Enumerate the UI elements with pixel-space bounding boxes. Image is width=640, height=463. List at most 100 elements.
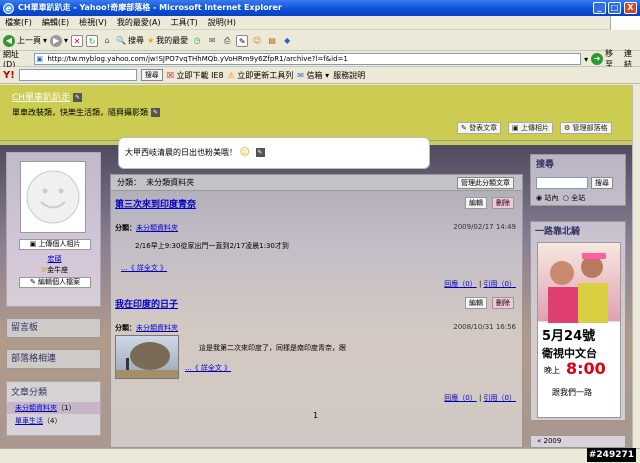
yahoo-logo[interactable]: Y!	[3, 70, 15, 81]
radio-all[interactable]: ○ 全站	[563, 194, 585, 202]
mail-link[interactable]: ✉ 信箱 ▾	[297, 70, 329, 81]
close-button[interactable]: X	[624, 2, 637, 14]
edit-button[interactable]: 編輯	[465, 197, 487, 209]
edit-icon[interactable]: ✎	[151, 108, 160, 117]
window-title: CH單車趴趴走 - Yahoo!奇摩部落格 - Microsoft Intern…	[18, 3, 282, 12]
read-more-link[interactable]: ...《 詳全文 》	[185, 363, 231, 373]
menu-edit[interactable]: 編輯(E)	[37, 16, 74, 30]
cat-link[interactable]: 未分類資料夾	[136, 224, 178, 232]
ad-title: 一路靠北騎	[535, 227, 581, 237]
trackback-link[interactable]: 引用（0）	[484, 280, 516, 288]
edit-profile-button[interactable]: ✎ 編輯個人檔案	[19, 277, 91, 288]
post-category: 分類：未分類資料夾	[115, 223, 178, 233]
favorites-button[interactable]: ★ 我的最愛	[147, 35, 188, 46]
page-number[interactable]: 1	[313, 411, 318, 420]
ad-time-label: 晚上	[544, 366, 560, 375]
trackback-link[interactable]: 引用（0）	[484, 394, 516, 402]
delete-button[interactable]: 刪除	[492, 297, 514, 309]
blog-search-button[interactable]: 搜尋	[591, 177, 613, 189]
avatar[interactable]	[20, 161, 86, 233]
post-title[interactable]: 我在印度的日子	[115, 297, 178, 310]
download-ie8-link[interactable]: ☒ 立即下載 IE8	[167, 70, 224, 81]
upload-avatar-label: 上傳個人相片	[38, 240, 81, 248]
post-footer: 回應（0） | 引用（0）	[444, 394, 516, 402]
category-item[interactable]: 單車生活（4）	[7, 415, 100, 427]
category-count: （1）	[57, 404, 76, 412]
chevron-down-icon[interactable]: ▾	[584, 55, 588, 64]
delete-button[interactable]: 刪除	[492, 197, 514, 209]
blog-search-input[interactable]	[536, 177, 588, 189]
edit-icon[interactable]: ✎	[255, 148, 265, 157]
url-input[interactable]: ▣ http://tw.myblog.yahoo.com/jw!SJPO7vqT…	[34, 53, 582, 65]
print-icon[interactable]: ⎙	[221, 35, 233, 47]
bubble-text: 大甲西岐清晨的日出也粉美哦！	[125, 148, 237, 157]
menu-view[interactable]: 檢視(V)	[74, 16, 112, 30]
post-title[interactable]: 第三次來到印度青奈	[115, 197, 196, 210]
upload-photo-button[interactable]: ▣ 上傳相片	[508, 122, 553, 134]
upload-avatar-button[interactable]: ▣ 上傳個人相片	[19, 239, 91, 250]
blog-search-panel: 搜尋 搜尋 ◉ 站內 ○ 全站	[530, 154, 626, 206]
blog-links-header[interactable]: 部落格相連	[6, 349, 101, 369]
help-link[interactable]: 服務說明	[333, 70, 365, 81]
cat-link[interactable]: 未分類資料夾	[136, 324, 178, 332]
read-more-link[interactable]: ...《 詳全文 》	[121, 263, 167, 273]
search-button[interactable]: 🔍 搜尋	[116, 35, 144, 46]
vertical-scrollbar[interactable]	[632, 85, 640, 448]
category-item[interactable]: 未分類資料夾（1）	[7, 402, 100, 414]
radio-site[interactable]: ◉ 站內	[536, 194, 558, 202]
reply-link[interactable]: 回應（0）	[444, 280, 476, 288]
post-thumbnail[interactable]	[115, 335, 179, 379]
stop-icon[interactable]: ✕	[71, 34, 84, 47]
refresh-icon[interactable]: ↻	[86, 34, 99, 47]
envelope-icon: ✉	[297, 70, 304, 80]
mail-icon[interactable]: ✉	[206, 35, 218, 47]
folder-icon[interactable]: ▤	[266, 35, 278, 47]
maximize-button[interactable]: □	[608, 2, 621, 14]
blog-title-text: CH單車趴趴走	[12, 93, 71, 103]
menu-tools[interactable]: 工具(T)	[166, 16, 203, 30]
edit-icon[interactable]: ✎	[73, 93, 83, 102]
blog-title[interactable]: CH單車趴趴走 ✎	[12, 90, 83, 103]
back-button[interactable]: ◀ 上一頁 ▾	[3, 34, 47, 47]
forward-button[interactable]: ▶ ▾	[50, 34, 69, 47]
smiley-icon: ☺	[239, 147, 250, 158]
zodiac-label: 金牛座	[47, 266, 69, 274]
menu-favorites[interactable]: 我的最愛(A)	[112, 16, 166, 30]
yahoo-search-button[interactable]: 搜尋	[140, 69, 163, 81]
left-sidebar: ▣ 上傳個人相片 宏碩 ♉金牛座 ✎ 編輯個人檔案 留言板 部落格相連 文章分類…	[6, 152, 101, 448]
address-bar: 網址(D) ▣ http://tw.myblog.yahoo.com/jw!SJ…	[0, 49, 640, 69]
history-icon[interactable]: ◷	[191, 35, 203, 47]
search-scope: ◉ 站內 ○ 全站	[536, 193, 585, 203]
ad-banner[interactable]: 5月24號 衛視中文台 晚上 8:00 跟我們一路	[537, 242, 621, 418]
upload-label: 上傳相片	[520, 124, 549, 132]
article-list: 分類： 未分類資料夾 管理此分類文章 第三次來到印度青奈 編輯 刪除 分類：未分…	[110, 174, 523, 448]
minimize-button[interactable]: _	[593, 2, 606, 14]
manage-category-button[interactable]: 管理此分類文章	[457, 177, 514, 189]
guestbook-header[interactable]: 留言板	[6, 318, 101, 338]
calendar-header[interactable]: « 2009	[530, 435, 626, 448]
ad-time: 8:00	[566, 359, 606, 378]
go-arrow-icon: ➜	[591, 53, 604, 65]
menu-file[interactable]: 檔案(F)	[0, 16, 37, 30]
calendar-year: 2009	[543, 437, 562, 445]
back-label: 上一頁	[17, 36, 41, 45]
yahoo-search-input[interactable]	[18, 69, 137, 81]
menu-help[interactable]: 說明(H)	[203, 16, 241, 30]
update-toolbar-link[interactable]: ⚠ 立即更新工具列	[228, 70, 294, 81]
category-header: 分類： 未分類資料夾 管理此分類文章	[111, 175, 522, 191]
edit-page-icon[interactable]: ✎	[236, 34, 249, 47]
messenger-icon[interactable]: ☺	[251, 35, 263, 47]
edit-button[interactable]: 編輯	[465, 297, 487, 309]
chevron-down-icon: ▾	[64, 36, 69, 45]
reply-link[interactable]: 回應（0）	[444, 394, 476, 402]
nickname-link[interactable]: 宏碩	[7, 254, 102, 264]
manage-blog-button[interactable]: ⚙ 管理部落格	[560, 122, 612, 134]
research-icon[interactable]: ◆	[281, 35, 293, 47]
categories-title: 文章分類	[11, 388, 48, 398]
post-article-button[interactable]: ✎ 發表文章	[457, 122, 502, 134]
post-date: 2008/10/31 16:56	[453, 323, 516, 331]
ad-slogan: 跟我們一路	[552, 388, 592, 397]
home-icon[interactable]: ⌂	[101, 35, 113, 47]
cyclists-photo-icon	[548, 253, 608, 323]
window-title-bar[interactable]: e CH單車趴趴走 - Yahoo!奇摩部落格 - Microsoft Inte…	[0, 0, 640, 16]
